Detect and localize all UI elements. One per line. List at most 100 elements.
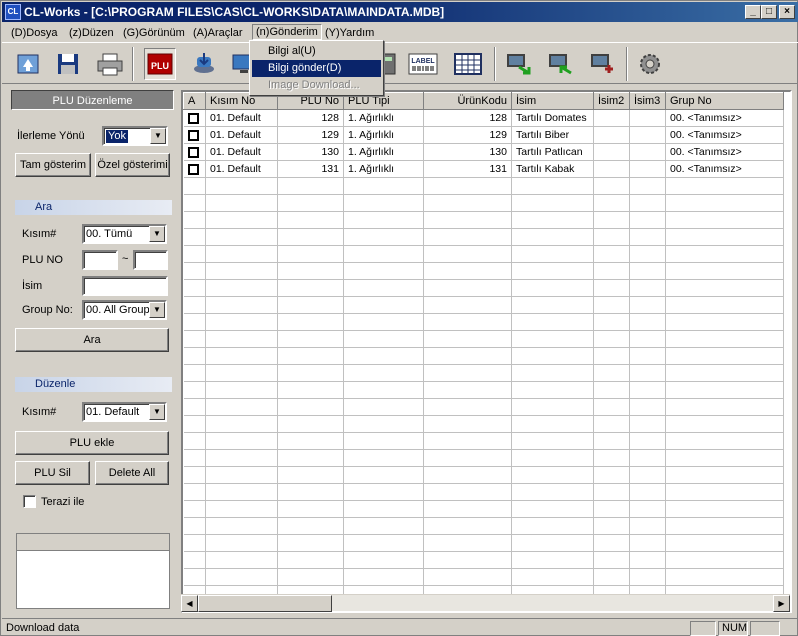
row-checkbox[interactable]: [183, 143, 206, 161]
table-row[interactable]: 01. Default 128 1. Ağırlıklı 128 Tartılı Dom…: [183, 109, 784, 127]
minimize-button[interactable]: _: [745, 5, 761, 19]
full-view-button[interactable]: Tam gösterim: [15, 153, 91, 177]
maximize-button[interactable]: □: [761, 5, 777, 19]
col-header-name[interactable]: İsim: [511, 92, 594, 110]
edit-dept-select[interactable]: 01. Default ▼: [82, 402, 167, 422]
table-row[interactable]: [183, 551, 784, 569]
table-row[interactable]: [183, 568, 784, 586]
table-row[interactable]: [183, 517, 784, 535]
table-row[interactable]: [183, 313, 784, 331]
import-icon[interactable]: [544, 48, 576, 80]
dept-select[interactable]: 00. Tümü ▼: [82, 224, 167, 244]
close-button[interactable]: ×: [779, 5, 795, 19]
table-cell: [205, 313, 278, 331]
scroll-left-icon[interactable]: ◀: [181, 595, 198, 612]
col-header-group[interactable]: Grup No: [665, 92, 784, 110]
table-row[interactable]: [183, 534, 784, 552]
row-checkbox[interactable]: [183, 126, 206, 144]
row-checkbox[interactable]: [183, 109, 206, 127]
table-row[interactable]: 01. Default 131 1. Ağırlıklı 131 Tartılı Kab…: [183, 160, 784, 178]
table-cell: [277, 296, 344, 314]
scroll-right-icon[interactable]: ▶: [773, 595, 790, 612]
table-cell: [593, 381, 630, 399]
chevron-down-icon[interactable]: ▼: [150, 128, 166, 144]
delete-all-button[interactable]: Delete All: [95, 461, 169, 485]
open-icon[interactable]: [12, 48, 44, 80]
table-row[interactable]: [183, 211, 784, 229]
table-row[interactable]: [183, 262, 784, 280]
table-cell: [205, 398, 278, 416]
table-cell: [511, 449, 594, 467]
info-listbox[interactable]: [16, 533, 170, 609]
direction-select[interactable]: Yok ▼: [102, 126, 168, 146]
table-cell: [665, 466, 784, 484]
table-row[interactable]: [183, 194, 784, 212]
col-header-product-code[interactable]: ÜrünKodu: [423, 92, 512, 110]
table-row[interactable]: [183, 245, 784, 263]
table-row[interactable]: [183, 432, 784, 450]
name-field[interactable]: [82, 276, 168, 296]
table-icon[interactable]: [452, 48, 484, 80]
label-icon[interactable]: LABEL: [407, 48, 439, 80]
row-checkbox[interactable]: [183, 160, 206, 178]
menu-yardim[interactable]: (Y)Yardım: [322, 25, 377, 41]
col-header-a[interactable]: A: [183, 92, 206, 110]
table-row[interactable]: [183, 466, 784, 484]
table-row[interactable]: [183, 415, 784, 433]
save-icon[interactable]: [52, 48, 84, 80]
plu-icon[interactable]: PLU: [144, 48, 176, 80]
table-row[interactable]: [183, 347, 784, 365]
table-row[interactable]: 01. Default 129 1. Ağırlıklı 129 Tartılı Bib…: [183, 126, 784, 144]
download-icon[interactable]: [188, 48, 220, 80]
menu-dosya[interactable]: (D)Dosya: [8, 25, 60, 41]
table-cell: [423, 483, 512, 501]
checkbox-icon[interactable]: [187, 163, 199, 175]
table-row[interactable]: [183, 330, 784, 348]
table-row[interactable]: [183, 177, 784, 195]
table-row[interactable]: 01. Default 130 1. Ağırlıklı 130 Tartılı Pat…: [183, 143, 784, 161]
table-row[interactable]: [183, 228, 784, 246]
settings-icon[interactable]: [634, 48, 666, 80]
menu-araclar[interactable]: (A)Araçlar: [190, 25, 246, 41]
checkbox-icon[interactable]: [187, 129, 199, 141]
table-cell: [343, 517, 424, 535]
menu-gonderim[interactable]: (n)Gönderim: [252, 24, 322, 40]
menu-item-bilgi-al[interactable]: Bilgi al(U): [252, 43, 381, 60]
menu-gorunum[interactable]: (G)Görünüm: [120, 25, 188, 41]
plu-no-to-field[interactable]: [133, 250, 168, 270]
table-row[interactable]: [183, 296, 784, 314]
scale-checkbox[interactable]: [23, 495, 36, 508]
checkbox-icon[interactable]: [187, 146, 199, 158]
table-row[interactable]: [183, 449, 784, 467]
transfer-icon[interactable]: [586, 48, 618, 80]
table-row[interactable]: [183, 483, 784, 501]
group-select[interactable]: 00. All Group ▼: [82, 300, 167, 320]
col-header-name2[interactable]: İsim2: [593, 92, 630, 110]
export-icon[interactable]: [502, 48, 534, 80]
table-cell: [511, 296, 594, 314]
chevron-down-icon[interactable]: ▼: [149, 302, 165, 318]
chevron-down-icon[interactable]: ▼: [149, 226, 165, 242]
scroll-thumb[interactable]: [198, 595, 332, 612]
horizontal-scrollbar[interactable]: ◀ ▶: [181, 594, 790, 612]
table-cell: [593, 296, 630, 314]
status-panel-empty: [690, 621, 716, 636]
delete-plu-button[interactable]: PLU Sil: [15, 461, 90, 485]
table-row[interactable]: [183, 398, 784, 416]
print-icon[interactable]: [94, 48, 126, 80]
custom-view-button[interactable]: Özel gösterimi: [95, 153, 170, 177]
plu-no-from-field[interactable]: [82, 250, 118, 270]
menu-duzen[interactable]: (z)Düzen: [66, 25, 117, 41]
table-row[interactable]: [183, 500, 784, 518]
search-button[interactable]: Ara: [15, 328, 169, 352]
table-cell: [423, 194, 512, 212]
add-plu-button[interactable]: PLU ekle: [15, 431, 169, 455]
chevron-down-icon[interactable]: ▼: [149, 404, 165, 420]
table-row[interactable]: [183, 381, 784, 399]
col-header-name3[interactable]: İsim3: [629, 92, 666, 110]
plu-grid[interactable]: A Kısım No PLU No PLU Tipi ÜrünKodu İsim…: [181, 90, 792, 613]
menu-item-bilgi-gonder[interactable]: Bilgi gönder(D): [252, 60, 381, 77]
table-row[interactable]: [183, 364, 784, 382]
table-row[interactable]: [183, 279, 784, 297]
checkbox-icon[interactable]: [187, 112, 199, 124]
